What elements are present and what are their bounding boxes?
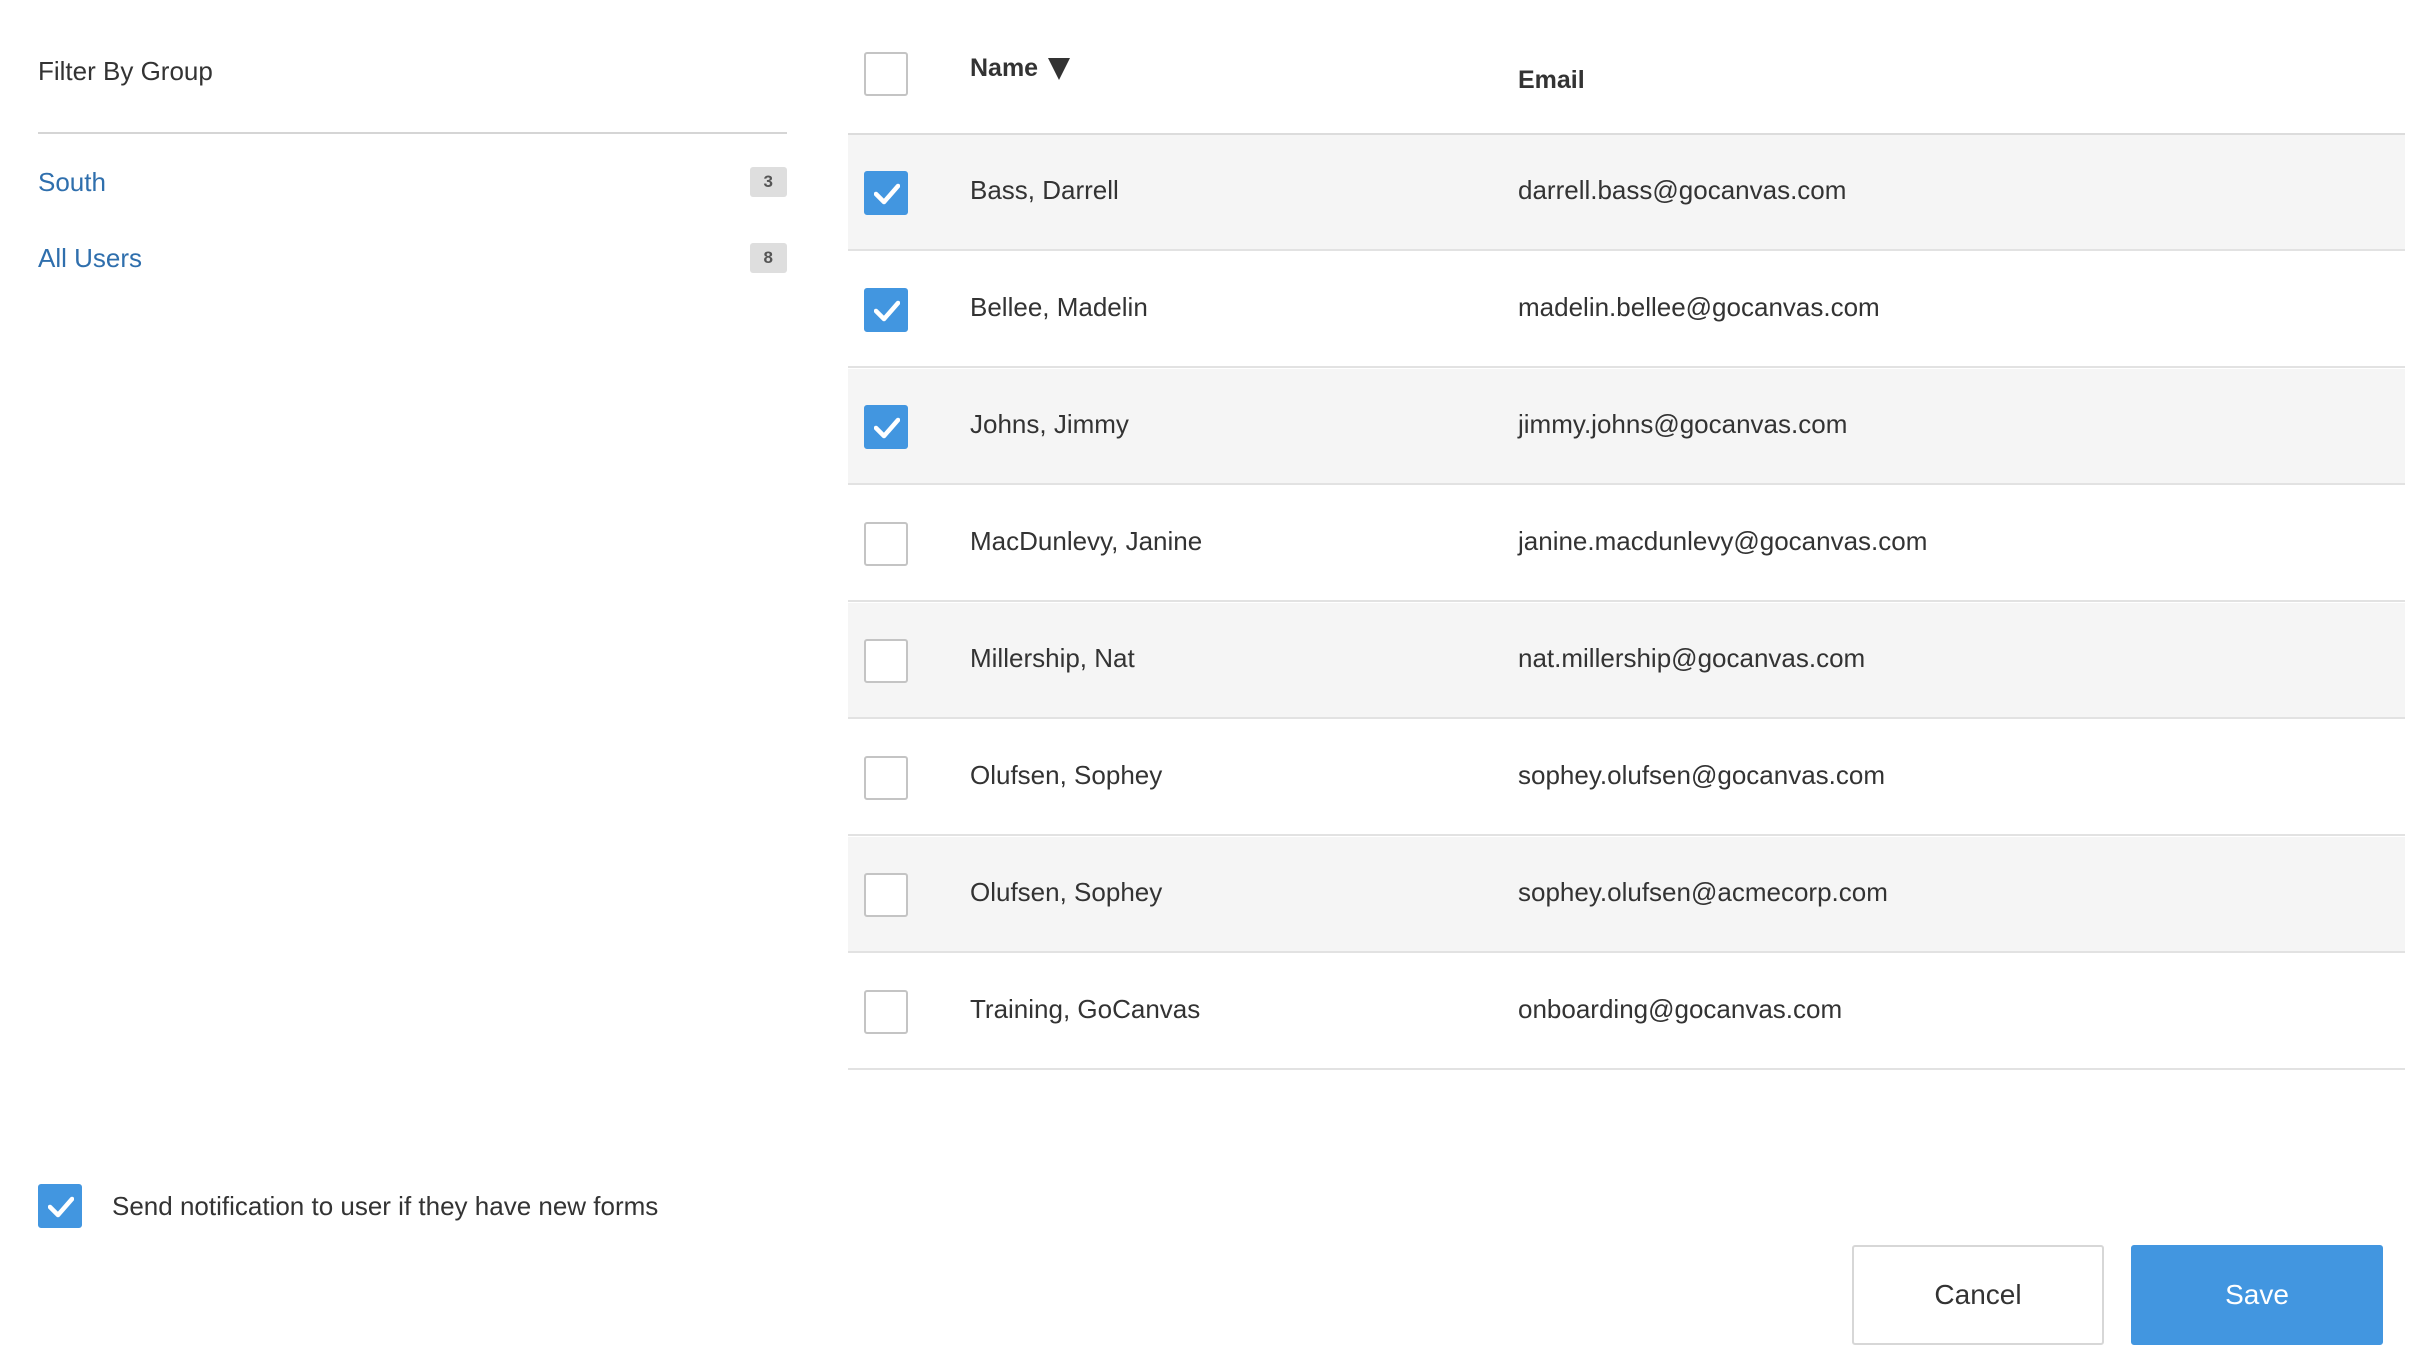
name-column-header[interactable]: Name [970, 54, 1071, 83]
user-email: madelin.bellee@gocanvas.com [1518, 292, 1880, 322]
table-row[interactable]: Olufsen, Sophey sophey.olufsen@acmecorp.c… [848, 837, 2405, 953]
user-email: onboarding@gocanvas.com [1518, 994, 1843, 1024]
name-column-label: Name [970, 54, 1039, 82]
user-email: darrell.bass@gocanvas.com [1518, 175, 1847, 205]
sort-desc-icon [1048, 57, 1071, 80]
email-column-header: Email [1518, 66, 1585, 94]
table-row[interactable]: MacDunlevy, Janine janine.macdunlevy@goca… [848, 486, 2405, 602]
group-item-south[interactable]: South 3 [38, 162, 787, 202]
user-name: MacDunlevy, Janine [970, 526, 1203, 556]
user-email: sophey.olufsen@gocanvas.com [1518, 760, 1886, 790]
group-count-badge: 8 [749, 243, 787, 273]
filter-title: Filter By Group [38, 56, 213, 86]
notification-checkbox[interactable] [38, 1184, 82, 1228]
table-row[interactable]: Johns, Jimmy jimmy.johns@gocanvas.com [848, 369, 2405, 485]
table-row[interactable]: Bellee, Madelin madelin.bellee@gocanvas.c… [848, 252, 2405, 368]
row-checkbox[interactable] [864, 405, 908, 449]
table-row[interactable]: Olufsen, Sophey sophey.olufsen@gocanvas.c… [848, 720, 2405, 836]
row-checkbox[interactable] [864, 522, 908, 566]
user-name: Bass, Darrell [970, 175, 1119, 205]
row-checkbox[interactable] [864, 873, 908, 917]
filter-divider [38, 132, 787, 134]
notification-label: Send notification to user if they have n… [112, 1190, 659, 1221]
select-all-checkbox[interactable] [864, 52, 908, 96]
table-header: Name Email [848, 0, 2405, 135]
row-checkbox[interactable] [864, 756, 908, 800]
user-email: sophey.olufsen@acmecorp.com [1518, 877, 1888, 907]
user-email: jimmy.johns@gocanvas.com [1518, 409, 1848, 439]
row-checkbox[interactable] [864, 288, 908, 332]
cancel-button[interactable]: Cancel [1852, 1245, 2104, 1345]
group-label[interactable]: South [38, 167, 106, 198]
save-button[interactable]: Save [2131, 1245, 2383, 1345]
user-name: Olufsen, Sophey [970, 760, 1163, 790]
user-email: nat.millership@gocanvas.com [1518, 643, 1866, 673]
row-checkbox[interactable] [864, 990, 908, 1034]
row-checkbox[interactable] [864, 171, 908, 215]
user-name: Training, GoCanvas [970, 994, 1201, 1024]
table-row[interactable]: Bass, Darrell darrell.bass@gocanvas.com [848, 135, 2405, 251]
group-item-all-users[interactable]: All Users 8 [38, 238, 787, 278]
user-name: Millership, Nat [970, 643, 1135, 673]
group-count-badge: 3 [749, 167, 787, 197]
group-label[interactable]: All Users [38, 243, 142, 274]
group-filter-sidebar: Filter By Group South 3 All Users 8 [0, 0, 790, 1370]
user-email: janine.macdunlevy@gocanvas.com [1518, 526, 1928, 556]
user-name: Bellee, Madelin [970, 292, 1148, 322]
table-row[interactable]: Millership, Nat nat.millership@gocanvas.c… [848, 603, 2405, 719]
notification-option[interactable]: Send notification to user if they have n… [38, 1184, 658, 1228]
user-name: Johns, Jimmy [970, 409, 1129, 439]
user-name: Olufsen, Sophey [970, 877, 1163, 907]
row-checkbox[interactable] [864, 639, 908, 683]
table-row[interactable]: Training, GoCanvas onboarding@gocanvas.co… [848, 954, 2405, 1070]
